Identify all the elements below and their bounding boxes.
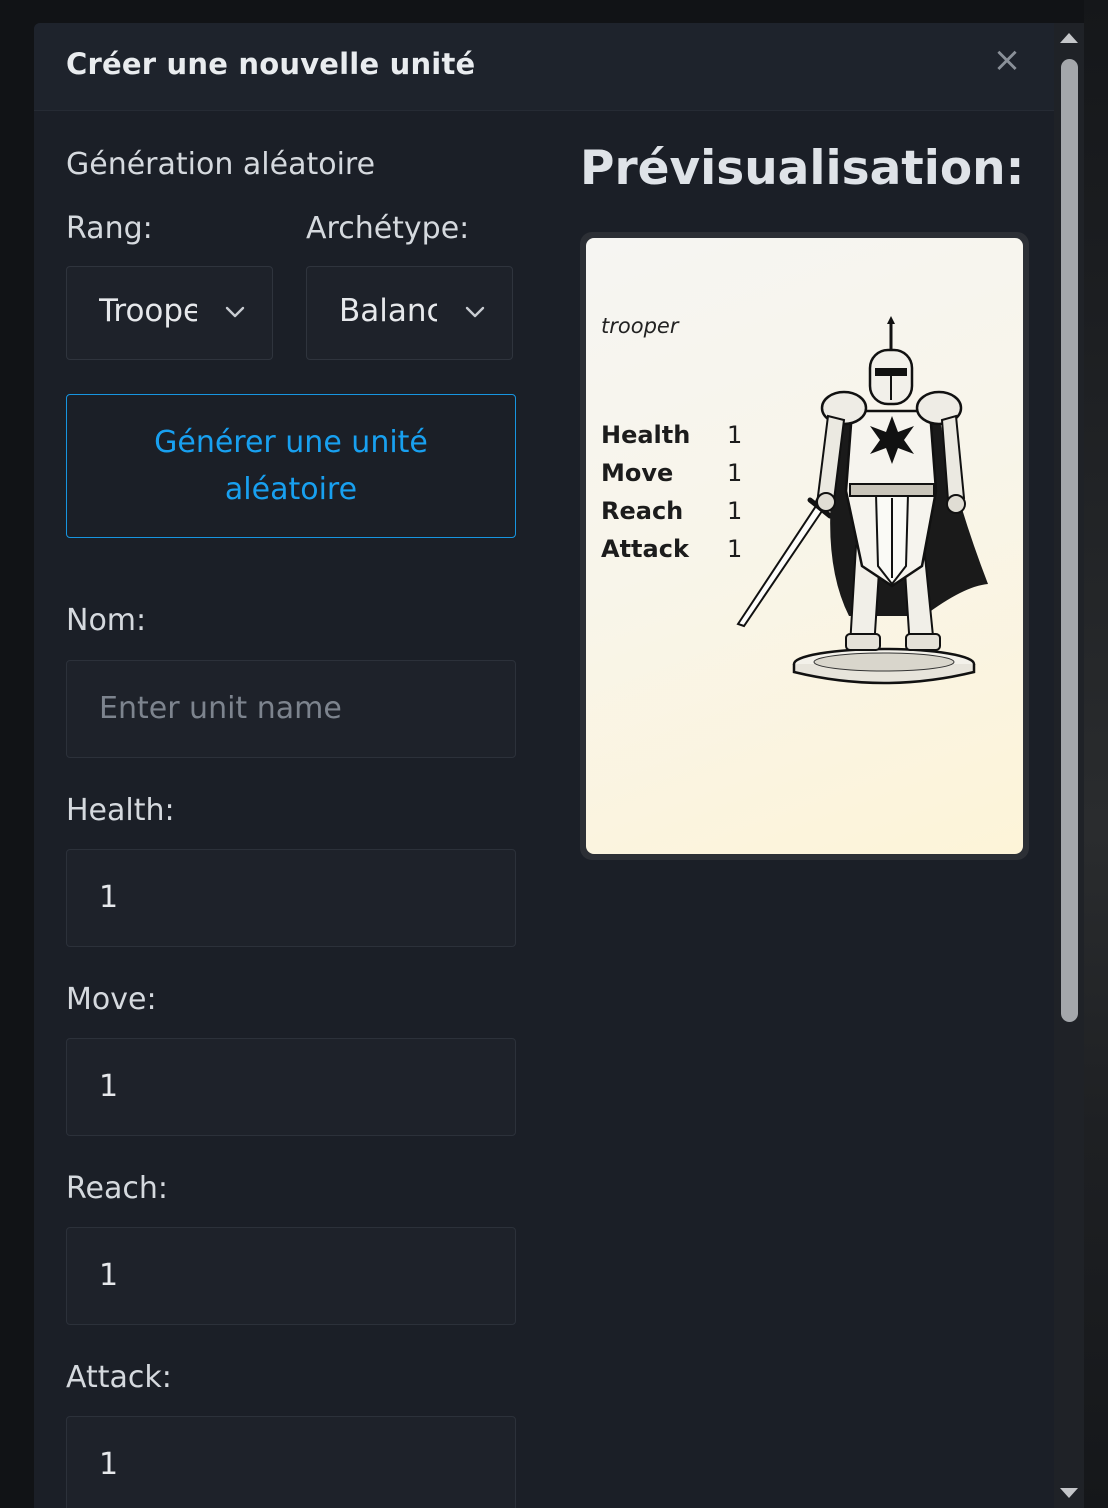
card-stat-reach: Reach 1 <box>601 497 742 525</box>
health-input-value: 1 <box>99 880 119 915</box>
reach-label: Reach: <box>66 1171 168 1206</box>
unit-card-preview: trooper Health 1 Move 1 Reach 1 Attack 1 <box>580 232 1029 860</box>
card-stat-name: Attack <box>601 535 689 563</box>
attack-label: Attack: <box>66 1360 172 1395</box>
health-input[interactable]: 1 <box>66 849 516 947</box>
unit-card: trooper Health 1 Move 1 Reach 1 Attack 1 <box>586 238 1023 854</box>
random-generation-title: Génération aléatoire <box>66 147 376 182</box>
card-stat-move: Move 1 <box>601 459 742 487</box>
move-label: Move: <box>66 982 157 1017</box>
card-stat-attack: Attack 1 <box>601 535 742 563</box>
reach-input-value: 1 <box>99 1258 119 1293</box>
card-stat-name: Health <box>601 421 691 449</box>
modal-header: Créer une nouvelle unité × <box>34 23 1054 111</box>
archetype-label: Archétype: <box>306 211 470 246</box>
card-stat-health: Health 1 <box>601 421 742 449</box>
scroll-up-arrow-icon[interactable] <box>1054 23 1084 49</box>
knight-illustration <box>736 316 988 685</box>
move-input[interactable]: 1 <box>66 1038 516 1136</box>
generate-random-unit-button[interactable]: Générer une unité aléatoire <box>66 394 516 538</box>
preview-title: Prévisualisation: <box>580 141 1025 196</box>
page-backdrop <box>1084 0 1108 1508</box>
health-label: Health: <box>66 793 175 828</box>
create-unit-modal: Créer une nouvelle unité × Génération al… <box>34 23 1054 1508</box>
name-input[interactable]: Enter unit name <box>66 660 516 758</box>
card-stat-name: Reach <box>601 497 684 525</box>
rank-select-value: Trooper <box>99 293 197 329</box>
scroll-down-arrow-icon[interactable] <box>1054 1482 1084 1508</box>
chevron-down-icon <box>465 306 485 318</box>
archetype-select[interactable]: Balanced <box>306 266 513 360</box>
chevron-down-icon <box>225 306 245 318</box>
modal-title: Créer une nouvelle unité <box>66 47 476 81</box>
card-unit-type: trooper <box>601 314 679 338</box>
card-stat-name: Move <box>601 459 674 487</box>
rank-select[interactable]: Trooper <box>66 266 273 360</box>
archetype-select-value: Balanced <box>339 293 437 329</box>
move-input-value: 1 <box>99 1069 119 1104</box>
attack-input[interactable]: 1 <box>66 1416 516 1508</box>
name-input-placeholder: Enter unit name <box>99 691 342 726</box>
reach-input[interactable]: 1 <box>66 1227 516 1325</box>
scrollbar-thumb[interactable] <box>1061 59 1078 1022</box>
attack-input-value: 1 <box>99 1447 119 1482</box>
scrollbar[interactable] <box>1054 23 1084 1508</box>
name-label: Nom: <box>66 603 147 638</box>
rank-label: Rang: <box>66 211 153 246</box>
generate-button-label: Générer une unité aléatoire <box>154 425 428 507</box>
close-icon[interactable]: × <box>990 43 1024 77</box>
